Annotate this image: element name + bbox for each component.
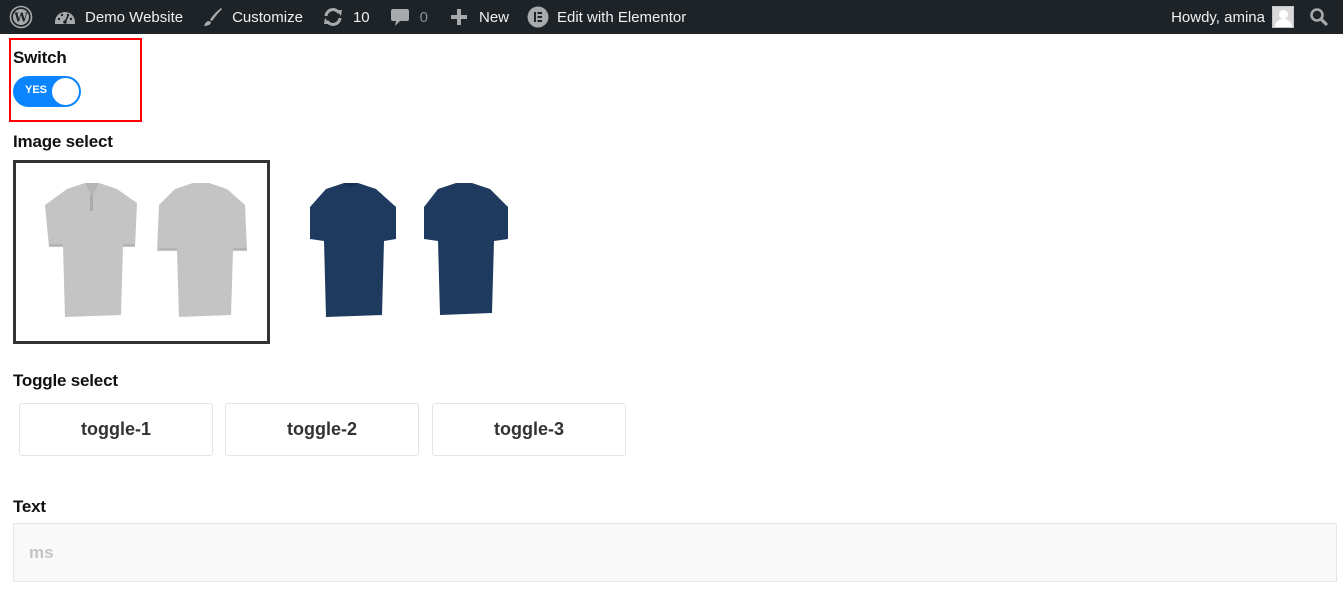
image-select-label: Image select — [13, 132, 113, 151]
site-name-label: Demo Website — [85, 8, 184, 26]
toggle-option-3[interactable]: toggle-3 — [432, 403, 626, 456]
edit-with-elementor-link[interactable]: Edit with Elementor — [527, 0, 686, 34]
toggle-option-2[interactable]: toggle-2 — [225, 403, 419, 456]
customize-label: Customize — [232, 8, 303, 26]
plus-icon — [449, 8, 469, 26]
user-avatar-icon[interactable] — [1272, 6, 1294, 28]
switch-state-text: YES — [25, 84, 48, 96]
elementor-label: Edit with Elementor — [557, 8, 687, 26]
refresh-icon — [322, 7, 344, 27]
dashboard-icon — [54, 7, 76, 27]
comments-link[interactable]: 0 — [389, 0, 428, 34]
my-account-link[interactable]: Howdy, amina — [1171, 0, 1265, 34]
admin-bar-secondary: Howdy, amina — [1171, 0, 1343, 34]
search-button[interactable] — [1309, 0, 1335, 34]
comment-icon — [389, 7, 411, 27]
site-name-link[interactable]: Demo Website — [54, 0, 183, 34]
updates-link[interactable]: 10 — [322, 0, 370, 34]
customize-link[interactable]: Customize — [202, 0, 303, 34]
search-icon — [1309, 7, 1329, 27]
navy-tshirt-image — [309, 183, 508, 317]
wordpress-logo-link[interactable]: W — [9, 0, 35, 34]
comments-count: 0 — [419, 8, 428, 26]
new-label: New — [478, 8, 509, 26]
elementor-icon — [527, 6, 549, 28]
paintbrush-icon — [202, 6, 224, 28]
text-field-label: Text — [13, 497, 46, 516]
switch-knob — [52, 78, 79, 105]
image-option-grey-polo[interactable] — [13, 160, 270, 344]
text-input[interactable] — [13, 523, 1337, 582]
howdy-label: Howdy, amina — [1171, 8, 1265, 26]
toggle-option-1[interactable]: toggle-1 — [19, 403, 213, 456]
grey-polo-image — [44, 183, 247, 317]
wordpress-icon: W — [9, 5, 33, 29]
image-option-navy-tshirt[interactable] — [272, 160, 529, 344]
admin-bar: W Demo Website Customize 10 0 New Edit w… — [0, 0, 1343, 34]
switch-label: Switch — [13, 48, 67, 67]
switch-toggle[interactable]: YES — [13, 76, 81, 107]
updates-count: 10 — [352, 8, 370, 26]
new-content-link[interactable]: New — [449, 0, 509, 34]
svg-text:W: W — [13, 11, 28, 25]
toggle-select-label: Toggle select — [13, 371, 118, 390]
